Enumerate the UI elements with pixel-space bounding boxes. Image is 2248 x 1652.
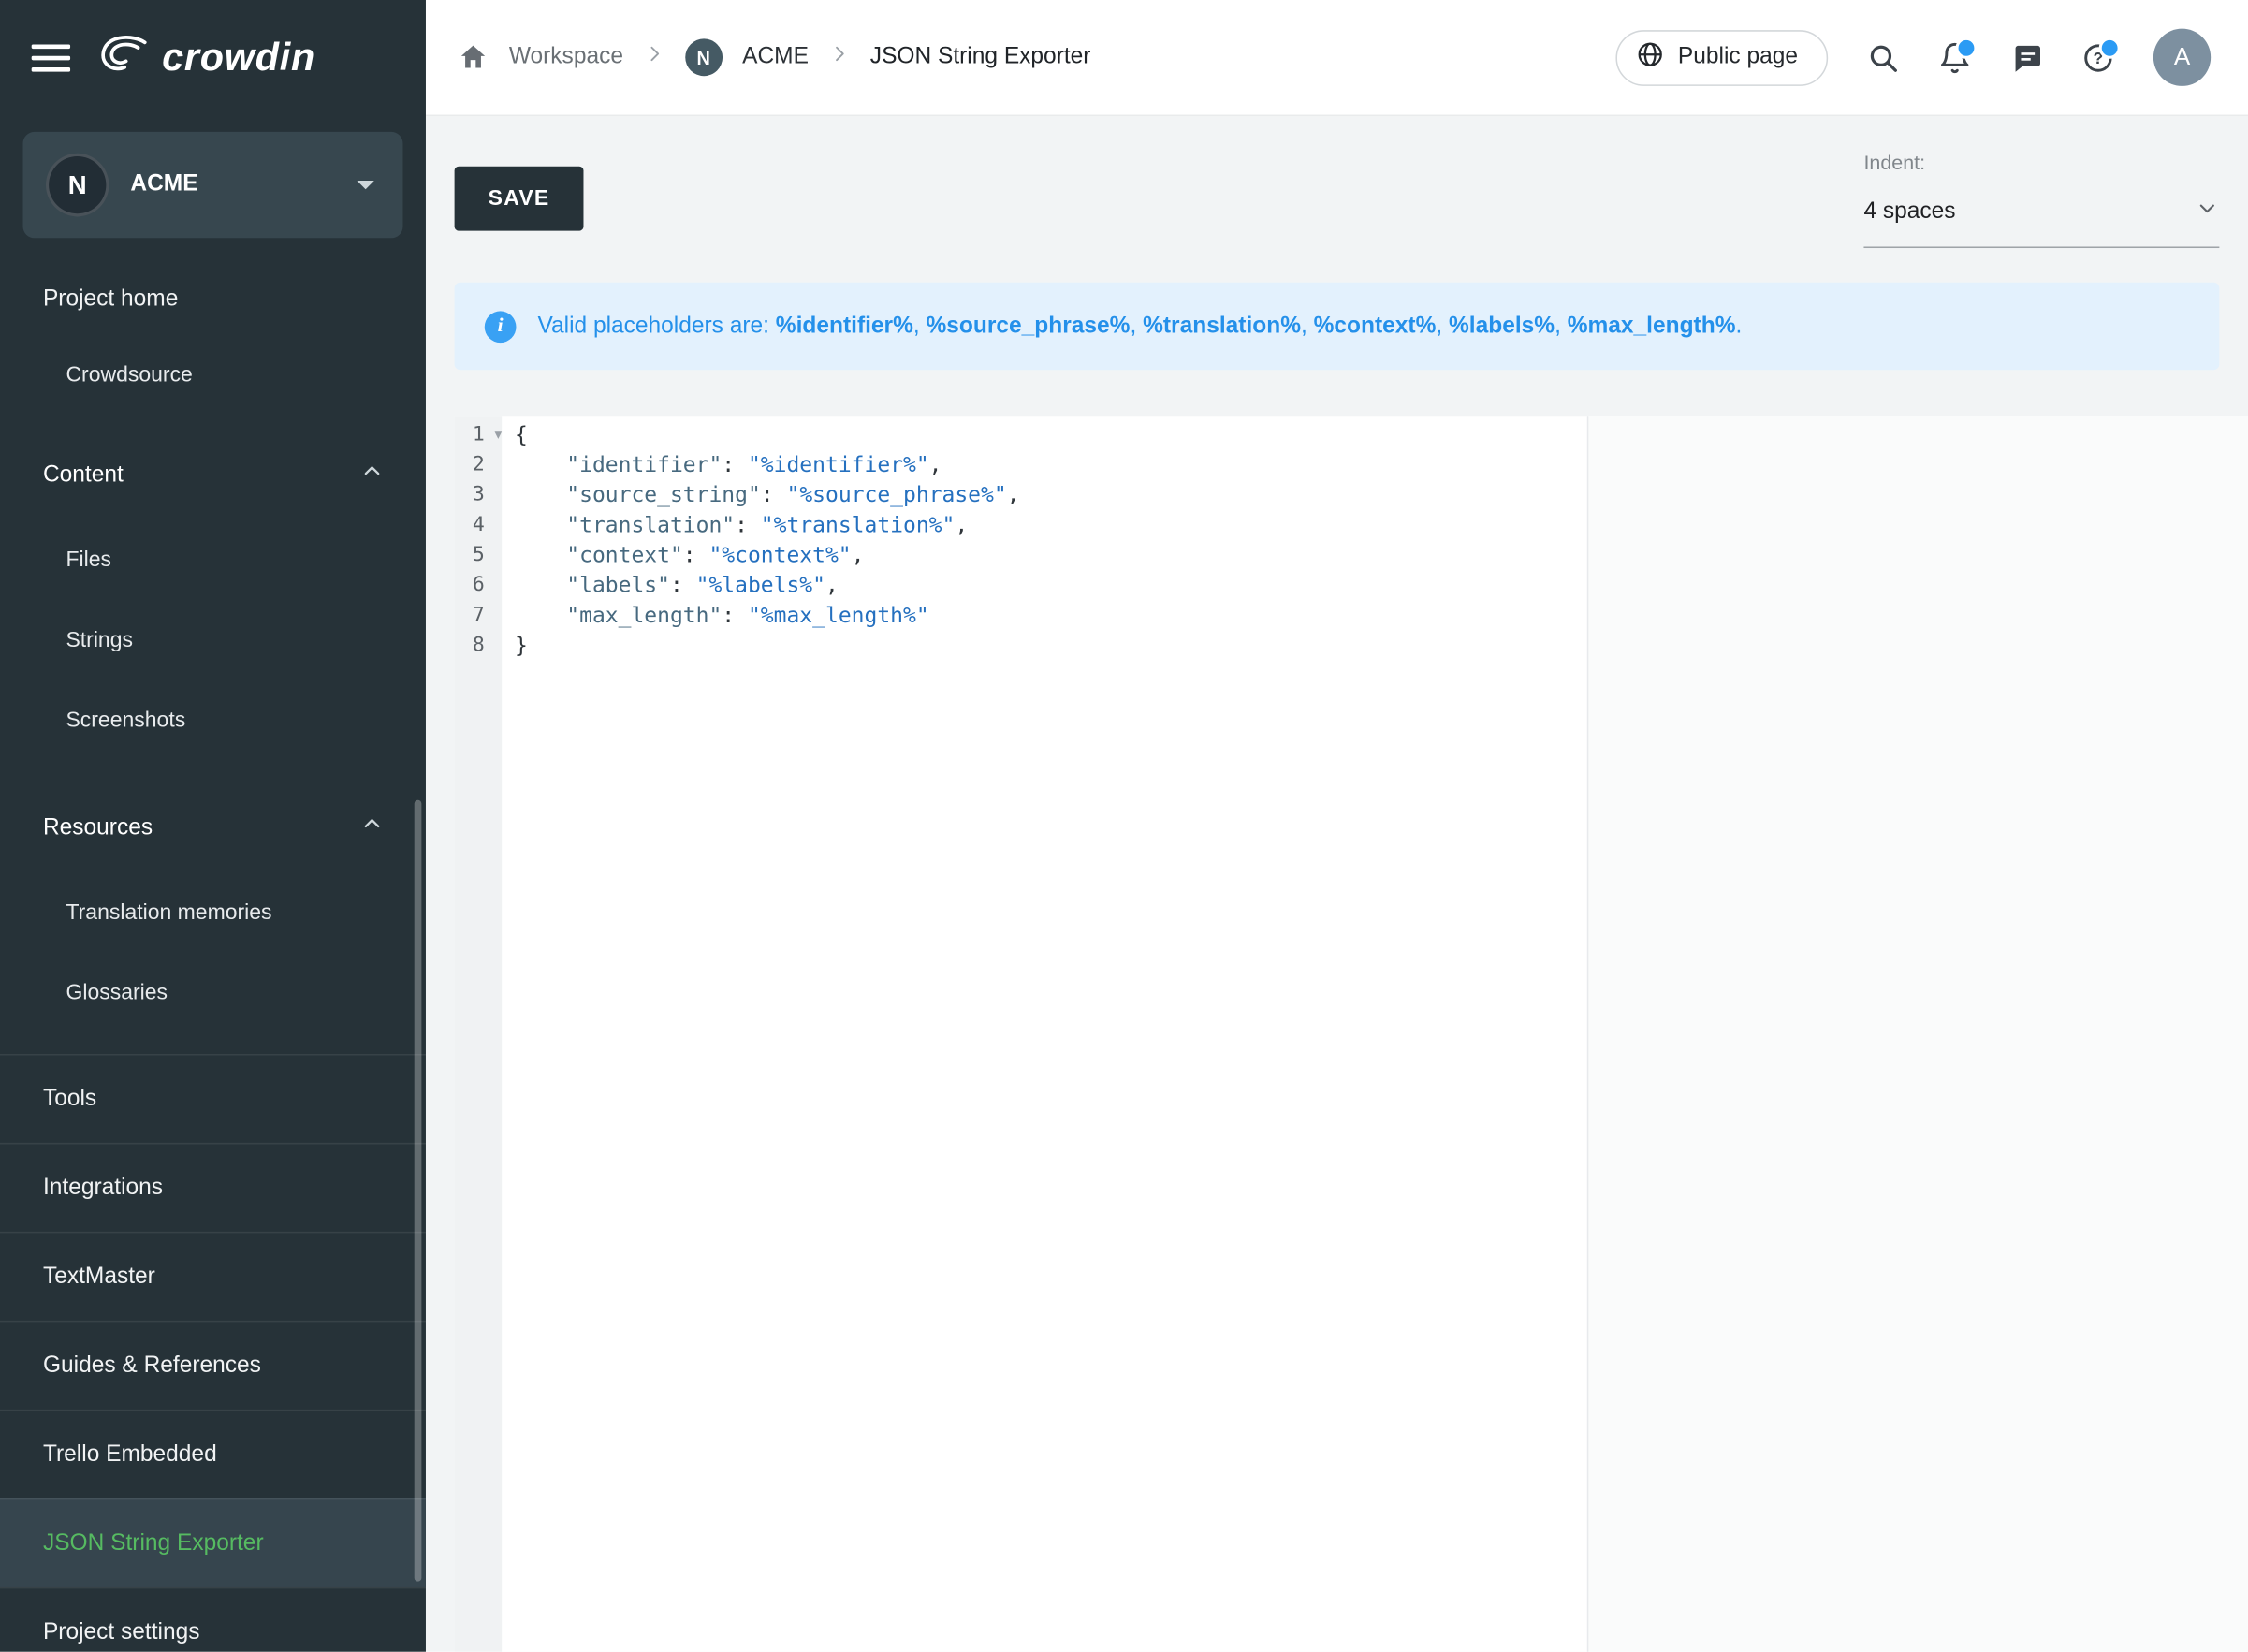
line-number: 3 — [455, 480, 503, 510]
section-label: Resources — [43, 813, 153, 841]
notifications-bell-icon[interactable] — [1938, 41, 1971, 74]
banner-text: Valid placeholders are: %identifier%, %s… — [537, 314, 1742, 340]
code-editor[interactable]: 1▾2345678 { "identifier": "%identifier%"… — [455, 416, 2248, 1651]
sidebar-item-project-settings[interactable]: Project settings — [0, 1587, 426, 1652]
sidebar-top: crowdin — [0, 0, 426, 116]
code-line: "identifier": "%identifier%", — [515, 450, 2248, 480]
header-actions: Public page ? A — [1616, 29, 2211, 86]
line-number: 1▾ — [455, 420, 503, 450]
public-page-label: Public page — [1678, 44, 1798, 70]
editor-code[interactable]: { "identifier": "%identifier%", "source_… — [502, 416, 2248, 1651]
crowdin-bird-icon — [96, 33, 151, 83]
chevron-right-icon — [643, 43, 664, 72]
header: Workspace N ACME JSON String Exporter Pu… — [426, 0, 2248, 116]
hamburger-menu-icon[interactable] — [29, 38, 73, 77]
placeholder: %identifier% — [776, 314, 913, 338]
save-button[interactable]: SAVE — [455, 167, 584, 231]
sidebar-nav: Project home Crowdsource Content Files S… — [0, 256, 426, 1652]
home-icon[interactable] — [458, 41, 489, 73]
help-icon[interactable]: ? — [2081, 41, 2114, 74]
sidebar-item-tools[interactable]: Tools — [0, 1054, 426, 1143]
code-line: { — [515, 420, 2248, 450]
breadcrumb-page-title: JSON String Exporter — [870, 44, 1091, 70]
info-icon: i — [485, 311, 517, 343]
sidebar-item-crowdsource[interactable]: Crowdsource — [0, 343, 426, 408]
sidebar-scrollbar[interactable] — [415, 800, 422, 1582]
sidebar-item-textmaster[interactable]: TextMaster — [0, 1232, 426, 1321]
search-icon[interactable] — [1867, 41, 1900, 74]
line-number: 2 — [455, 450, 503, 480]
indent-select[interactable]: 4 spaces — [1863, 197, 2219, 248]
public-page-button[interactable]: Public page — [1616, 29, 1828, 85]
chevron-right-icon — [828, 43, 850, 72]
code-line: "context": "%context%", — [515, 541, 2248, 571]
sidebar-item-trello-embedded[interactable]: Trello Embedded — [0, 1410, 426, 1498]
placeholder: %source_phrase% — [927, 314, 1131, 338]
app: crowdin N ACME Project home Crowdsource … — [0, 0, 2248, 1652]
code-line: "labels": "%labels%", — [515, 571, 2248, 601]
logo-text: crowdin — [162, 36, 315, 80]
sidebar-section-resources[interactable]: Resources — [0, 782, 426, 873]
crowdin-logo[interactable]: crowdin — [96, 33, 315, 83]
placeholder: %context% — [1314, 314, 1437, 338]
sidebar: crowdin N ACME Project home Crowdsource … — [0, 0, 426, 1652]
line-number: 8 — [455, 631, 503, 661]
line-number: 7 — [455, 601, 503, 631]
caret-down-icon — [357, 181, 373, 189]
fold-toggle-icon[interactable]: ▾ — [494, 420, 502, 450]
breadcrumb-workspace[interactable]: Workspace — [509, 44, 623, 70]
breadcrumb: Workspace N ACME JSON String Exporter — [458, 38, 1091, 76]
chevron-up-icon — [361, 813, 383, 842]
line-number: 6 — [455, 571, 503, 601]
info-banner: i Valid placeholders are: %identifier%, … — [455, 283, 2220, 370]
notification-dot — [1955, 37, 1977, 58]
section-label: Content — [43, 461, 124, 489]
sidebar-item-integrations[interactable]: Integrations — [0, 1143, 426, 1232]
sidebar-item-files[interactable]: Files — [0, 520, 426, 601]
sidebar-item-translation-memories[interactable]: Translation memories — [0, 873, 426, 954]
sidebar-item-json-string-exporter[interactable]: JSON String Exporter — [0, 1498, 426, 1587]
workspace-avatar: N — [46, 154, 109, 216]
sidebar-item-glossaries[interactable]: Glossaries — [0, 954, 426, 1034]
content: SAVE Indent: 4 spaces i Valid placeholde… — [426, 116, 2248, 1652]
line-number: 4 — [455, 510, 503, 540]
sidebar-item-screenshots[interactable]: Screenshots — [0, 681, 426, 762]
chevron-down-icon — [2195, 197, 2219, 228]
project-badge: N — [685, 38, 723, 76]
line-number: 5 — [455, 541, 503, 571]
code-line: } — [515, 631, 2248, 661]
main-area: Workspace N ACME JSON String Exporter Pu… — [426, 0, 2248, 1652]
sidebar-item-project-home[interactable]: Project home — [0, 256, 426, 343]
globe-icon — [1636, 39, 1665, 75]
help-dot — [2099, 37, 2121, 58]
placeholder: %translation% — [1143, 314, 1301, 338]
user-avatar[interactable]: A — [2153, 29, 2211, 86]
code-line: "translation": "%translation%", — [515, 510, 2248, 540]
code-line: "source_string": "%source_phrase%", — [515, 480, 2248, 510]
sidebar-item-guides-references[interactable]: Guides & References — [0, 1321, 426, 1410]
chevron-up-icon — [361, 461, 383, 490]
sidebar-section-content[interactable]: Content — [0, 429, 426, 520]
editor-gutter: 1▾2345678 — [455, 416, 503, 1651]
workspace-selector[interactable]: N ACME — [23, 132, 403, 238]
indent-value: 4 spaces — [1863, 199, 1955, 226]
messages-icon[interactable] — [2010, 41, 2043, 74]
sidebar-item-strings[interactable]: Strings — [0, 601, 426, 681]
placeholder: %labels% — [1449, 314, 1555, 338]
code-line: "max_length": "%max_length%" — [515, 601, 2248, 631]
workspace-name: ACME — [130, 172, 335, 198]
placeholder: %max_length% — [1568, 314, 1736, 338]
indent-control: Indent: 4 spaces — [1863, 151, 2219, 248]
indent-label: Indent: — [1863, 151, 2219, 174]
breadcrumb-project[interactable]: ACME — [742, 44, 809, 70]
